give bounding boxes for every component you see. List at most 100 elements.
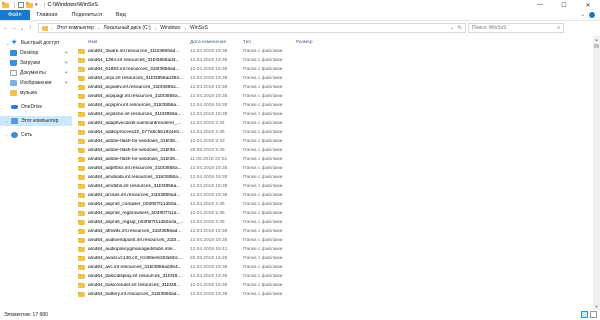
minimize-button[interactable]: — [528,0,552,10]
file-name-cell[interactable]: amd64_61883.inf.resources_31bf3856ad... [78,67,190,72]
help-icon[interactable]: ? [589,12,595,18]
column-header-date[interactable]: Дата изменения [190,40,243,45]
table-row[interactable]: amd64_amdsata.inf.resources_31bf3856a...… [78,173,600,182]
table-row[interactable]: amd64_aspnet_compiler_b03f5f7f11d50a... 1… [78,200,600,209]
ribbon-expand-button[interactable]: ⌄ [581,12,585,18]
file-name-cell[interactable]: amd64_aspnet_regsql_b03f5f7f11d50a3a_... [78,220,190,225]
new-folder-icon[interactable] [26,2,33,8]
file-name-cell[interactable]: amd64_audiopolicygmanagedstubs.inte... [78,247,190,252]
tab-share[interactable]: Поделиться [64,10,108,20]
file-name-cell[interactable]: amd64_acpi.inf.resources_31bf3856ad364..… [78,76,190,81]
file-name-cell[interactable]: amd64_adobe-flash-for-windows_31bf38... [78,157,190,162]
refresh-icon[interactable]: ↻ [458,25,462,31]
table-row[interactable]: amd64_basicdisplay.inf.resources_31bf38.… [78,272,600,281]
vertical-scrollbar[interactable]: ▲ ▼ [593,36,600,310]
table-row[interactable]: amd64_adp80xx.inf.resources_31bf3856a...… [78,164,600,173]
file-name-cell[interactable]: amd64_avc.inf.resources_31bf3856ad364... [78,265,190,270]
search-input[interactable] [472,25,552,31]
file-name-cell[interactable]: amd64_adp80xx.inf.resources_31bf3856a... [78,166,190,171]
file-name-cell[interactable]: amd64_basicdisplay.inf.resources_31bf38.… [78,274,190,279]
nav-item-documents[interactable]: Документы ✦ [0,68,72,78]
file-name-cell[interactable]: amd64_3ware.inf.resources_31bf3856ad... [78,49,190,54]
table-row[interactable]: amd64_acpi.inf.resources_31bf3856ad364..… [78,74,600,83]
table-row[interactable]: amd64_audiopolicygmanagedstubs.inte... 12… [78,245,600,254]
table-row[interactable]: amd64_audioendpoint.inf.resources_31bf..… [78,236,600,245]
file-name-cell[interactable]: amd64_basicrender.inf.resources_31bf38..… [78,283,190,288]
table-row[interactable]: amd64_aspnet_regsql_b03f5f7f11d50a3a_...… [78,218,600,227]
address-bar[interactable]: › Этот компьютер › Локальный диск (C:) ›… [38,23,466,33]
tab-view[interactable]: Вид [109,10,133,20]
file-name-cell[interactable]: amd64_adaptivecards-xamlcardrenderer_... [78,121,190,126]
file-name-cell[interactable]: amd64_adobe-flash-for-windows_31bf38... [78,139,190,144]
properties-icon[interactable] [18,2,24,8]
close-button[interactable]: ✕ [576,0,600,10]
table-row[interactable]: amd64_acpidev.inf.resources_31bf3856a...… [78,83,600,92]
breadcrumb-windows[interactable]: Windows [160,25,180,31]
details-view-button[interactable] [581,311,588,318]
nav-item-music[interactable]: музыка [0,88,72,98]
nav-item-pictures[interactable]: Изображения ✦ [0,78,72,88]
nav-onedrive[interactable]: OneDrive [0,102,72,112]
column-header-type[interactable]: Тип [243,40,296,45]
column-header-size[interactable]: Размер [296,40,336,45]
scroll-down-button[interactable]: ▼ [593,303,600,310]
file-name-cell[interactable]: amd64_amdsbs.inf.resources_31bf3856a... [78,184,190,189]
file-name-cell[interactable]: amd64_acpidev.inf.resources_31bf3856a... [78,85,190,90]
table-row[interactable]: amd64_amdsbs.inf.resources_31bf3856a... 1… [78,182,600,191]
column-header-name[interactable]: Имя [78,40,190,45]
maximize-button[interactable]: ☐ [552,0,576,10]
scroll-thumb[interactable] [594,44,599,48]
nav-item-downloads[interactable]: Загрузки ✦ [0,58,72,68]
table-row[interactable]: amd64_arcsas.inf.resources_31bf3856ad...… [78,191,600,200]
table-row[interactable]: amd64_3ware.inf.resources_31bf3856ad... 1… [78,47,600,56]
table-row[interactable]: amd64_1394.inf.resources_31bf3856ad3... 1… [78,56,600,65]
chevron-down-icon[interactable]: ⌄ [6,41,10,46]
search-icon[interactable]: ⌕ [557,25,560,31]
chevron-right-icon[interactable]: › [6,133,10,138]
file-name-cell[interactable]: amd64_acpitime.inf.resources_31bf3856a..… [78,112,190,117]
scroll-up-button[interactable]: ▲ [593,36,600,43]
file-name-cell[interactable]: amd64_1394.inf.resources_31bf3856ad3... [78,58,190,63]
breadcrumb-this-pc[interactable]: Этот компьютер [57,25,94,31]
quick-access-dropdown[interactable]: ▾ [35,2,38,8]
forward-button[interactable]: → [10,23,18,33]
table-row[interactable]: amd64_athw8x.inf.resources_31bf3856ad...… [78,227,600,236]
breadcrumb-separator[interactable]: › [185,26,187,31]
tab-file[interactable]: Файл [0,10,30,20]
breadcrumb-local-disk[interactable]: Локальный диск (C:) [103,25,150,31]
tab-home[interactable]: Главная [30,10,65,20]
table-row[interactable]: amd64_aspnet_regbrowsers_b03f5f7f11d... 1… [78,209,600,218]
table-row[interactable]: amd64_adaptivecards-xamlcardrenderer_...… [78,119,600,128]
file-name-cell[interactable]: amd64_aspnet_regbrowsers_b03f5f7f11d... [78,211,190,216]
file-name-cell[interactable]: amd64_aspnet_compiler_b03f5f7f11d50a... [78,202,190,207]
file-name-cell[interactable]: amd64_adobe-flash-for-windows_31bf38... [78,148,190,153]
file-name-cell[interactable]: amd64_arcsas.inf.resources_31bf3856ad... [78,193,190,198]
breadcrumb-separator[interactable]: › [155,26,157,31]
breadcrumb-winsxs[interactable]: WinSxS [190,25,208,31]
file-name-cell[interactable]: amd64_battery.inf.resources_31bf3856ad..… [78,292,190,297]
table-row[interactable]: amd64_battery.inf.resources_31bf3856ad..… [78,290,600,299]
file-name-cell[interactable]: amd64_acpipmi.inf.resources_31bf3856a... [78,103,190,108]
file-name-cell[interactable]: amd64_audioendpoint.inf.resources_31bf..… [78,238,190,243]
file-name-cell[interactable]: amd64_amdsata.inf.resources_31bf3856a... [78,175,190,180]
file-name-cell[interactable]: amd64_avast.vc140.crt_fcc99ee6193ebbc... [78,256,190,261]
breadcrumb-separator[interactable]: › [98,26,100,31]
nav-this-pc[interactable]: › Этот компьютер [0,116,72,126]
table-row[interactable]: amd64_adobe-flash-for-windows_31bf38... 1… [78,137,600,146]
file-name-cell[interactable]: amd64_athw8x.inf.resources_31bf3856ad... [78,229,190,234]
table-row[interactable]: amd64_addinprocess32_b77a5c561934e0... 12… [78,128,600,137]
table-row[interactable]: amd64_adobe-flash-for-windows_31bf38... 2… [78,146,600,155]
table-row[interactable]: amd64_adobe-flash-for-windows_31bf38... 1… [78,155,600,164]
chevron-right-icon[interactable]: › [6,119,10,124]
file-name-cell[interactable]: amd64_acpipagr.inf.resources_31bf3856a..… [78,94,190,99]
nav-quick-access[interactable]: ⌄ ★ Быстрый доступ [0,38,72,48]
nav-item-desktop[interactable]: Desktop ✦ [0,48,72,58]
back-button[interactable]: ← [2,23,10,33]
table-row[interactable]: amd64_acpitime.inf.resources_31bf3856a..… [78,110,600,119]
table-row[interactable]: amd64_acpipmi.inf.resources_31bf3856a...… [78,101,600,110]
table-row[interactable]: amd64_61883.inf.resources_31bf3856ad... 1… [78,65,600,74]
search-box[interactable]: ⌕ [468,23,564,33]
table-row[interactable]: amd64_avast.vc140.crt_fcc99ee6193ebbc...… [78,254,600,263]
file-name-cell[interactable]: amd64_addinprocess32_b77a5c561934e0... [78,130,190,135]
up-button[interactable]: ↑ [26,23,34,33]
